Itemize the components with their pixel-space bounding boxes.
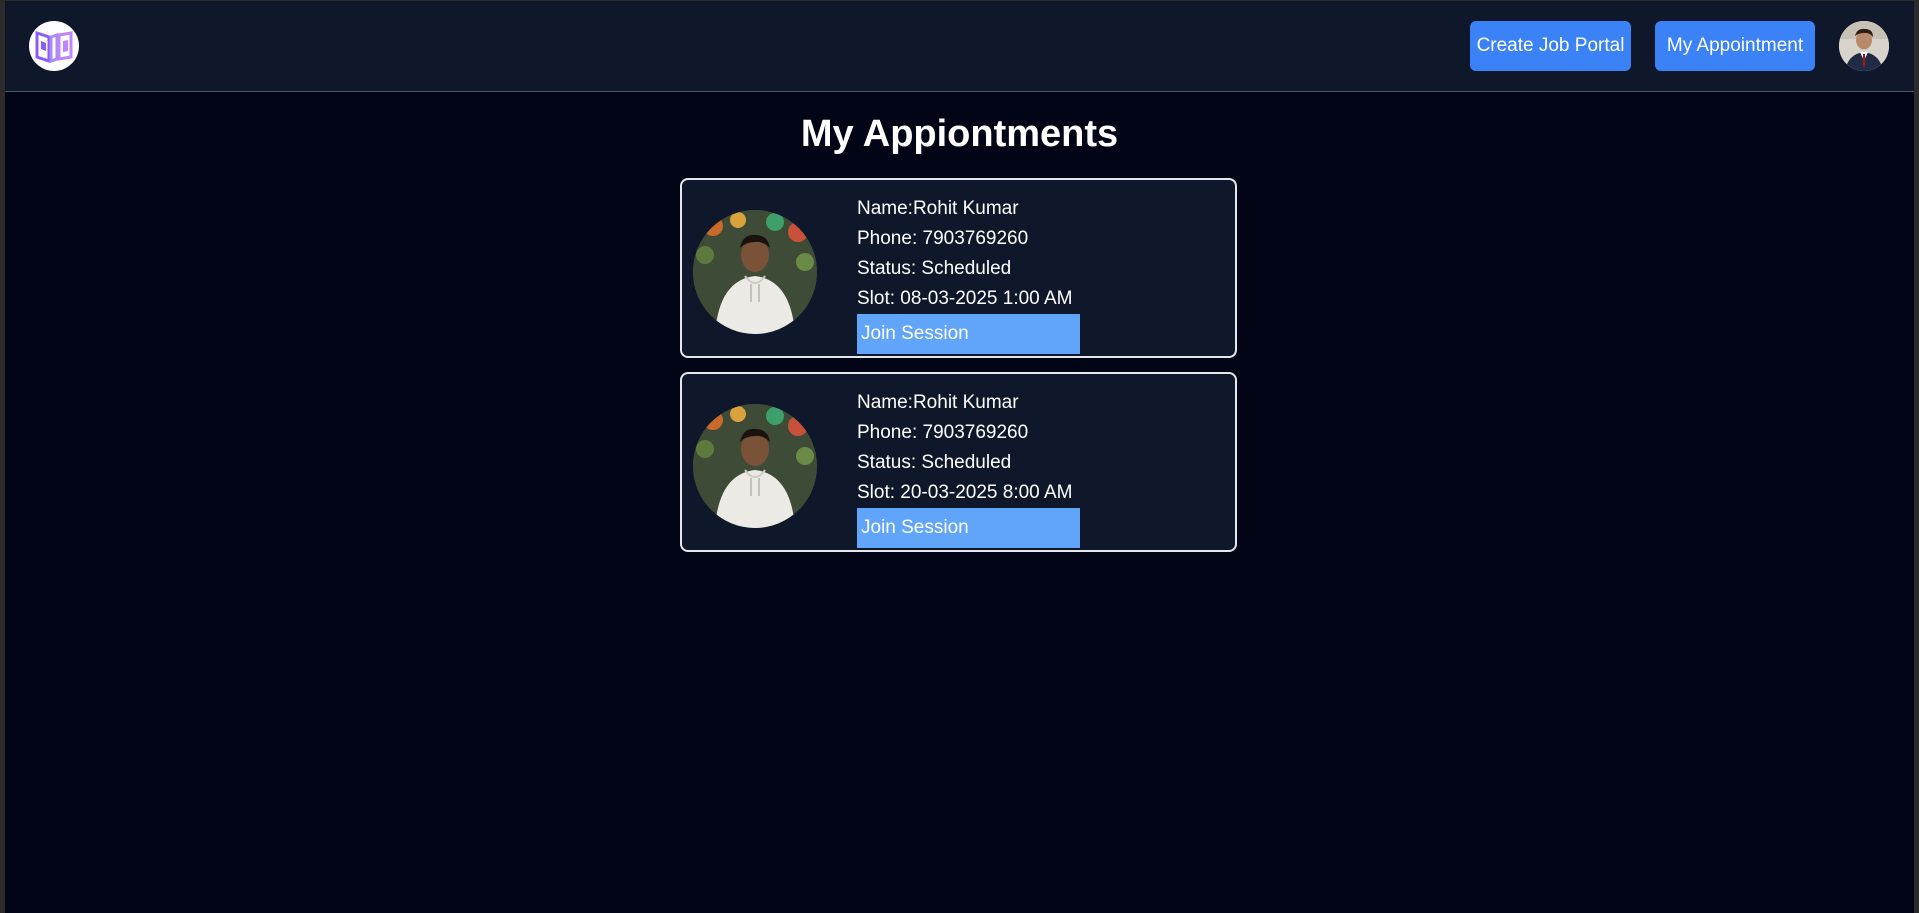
appointment-slot: Slot: 08-03-2025 1:00 AM <box>857 288 1073 309</box>
patient-name: Name:Rohit Kumar <box>857 392 1019 413</box>
join-session-button[interactable]: Join Session <box>857 508 1080 548</box>
patient-name: Name:Rohit Kumar <box>857 198 1019 219</box>
appointment-details: Name:Rohit Kumar Phone: 7903769260 Statu… <box>857 388 1080 548</box>
appointment-status: Status: Scheduled <box>857 258 1012 279</box>
navbar: Create Job Portal My Appointment <box>5 1 1914 92</box>
page-title: My Appiontments <box>800 113 1119 155</box>
appointment-card: Name:Rohit Kumar Phone: 7903769260 Statu… <box>680 178 1237 358</box>
my-appointment-button[interactable]: My Appointment <box>1655 21 1815 71</box>
app-window: Create Job Portal My Appointment My Appi… <box>5 1 1914 913</box>
appointment-status: Status: Scheduled <box>857 452 1012 473</box>
join-session-button[interactable]: Join Session <box>857 314 1080 354</box>
book-logo-icon[interactable] <box>29 21 79 71</box>
patient-photo <box>693 404 817 528</box>
appointment-details: Name:Rohit Kumar Phone: 7903769260 Statu… <box>857 194 1080 354</box>
profile-avatar[interactable] <box>1839 21 1889 71</box>
patient-phone: Phone: 7903769260 <box>857 422 1029 443</box>
appointment-slot: Slot: 20-03-2025 8:00 AM <box>857 482 1073 503</box>
patient-photo <box>693 210 817 334</box>
patient-phone: Phone: 7903769260 <box>857 228 1029 249</box>
create-job-portal-button[interactable]: Create Job Portal <box>1470 21 1631 71</box>
appointment-card: Name:Rohit Kumar Phone: 7903769260 Statu… <box>680 372 1237 552</box>
